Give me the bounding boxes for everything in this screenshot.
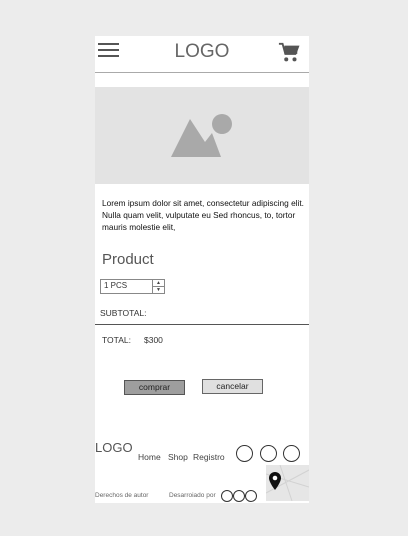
location-map[interactable] — [265, 464, 309, 502]
phone-frame: LOGO Lorem ipsum dolor sit amet, consect… — [95, 36, 309, 503]
social-icon-1[interactable] — [236, 445, 253, 462]
totals-divider — [95, 324, 309, 325]
total-label: TOTAL: — [102, 335, 131, 345]
social-icon-3[interactable] — [283, 445, 300, 462]
developer-logo-1[interactable] — [221, 490, 233, 502]
product-description: Lorem ipsum dolor sit amet, consectetur … — [102, 198, 304, 232]
total-value: $300 — [144, 335, 163, 345]
map-pin-icon — [269, 472, 281, 490]
copyright-text: Derechos de autor — [95, 492, 149, 499]
quantity-value[interactable]: 1 PCS — [104, 281, 127, 290]
developed-by-text: Desarroiado por — [169, 492, 216, 499]
header-divider — [95, 72, 309, 73]
footer-logo[interactable]: LOGO — [95, 440, 133, 455]
buy-button[interactable]: comprar — [124, 380, 185, 395]
product-title: Product — [102, 251, 154, 268]
product-image-placeholder — [95, 87, 309, 184]
app-header: LOGO — [95, 36, 309, 72]
cart-icon[interactable] — [278, 42, 300, 64]
developer-logo-2[interactable] — [233, 490, 245, 502]
image-placeholder-icon — [171, 114, 232, 157]
developer-logo-3[interactable] — [245, 490, 257, 502]
nav-shop[interactable]: Shop — [168, 452, 188, 462]
cancel-button[interactable]: cancelar — [202, 379, 263, 394]
stepper-buttons[interactable]: ▲ ▼ — [152, 280, 164, 293]
subtotal-label: SUBTOTAL: — [100, 308, 147, 318]
stepper-down-icon[interactable]: ▼ — [153, 286, 164, 293]
header-logo[interactable]: LOGO — [95, 41, 309, 63]
quantity-stepper[interactable]: 1 PCS ▲ ▼ — [100, 279, 165, 294]
social-icon-2[interactable] — [260, 445, 277, 462]
nav-home[interactable]: Home — [138, 452, 161, 462]
nav-registro[interactable]: Registro — [193, 452, 225, 462]
